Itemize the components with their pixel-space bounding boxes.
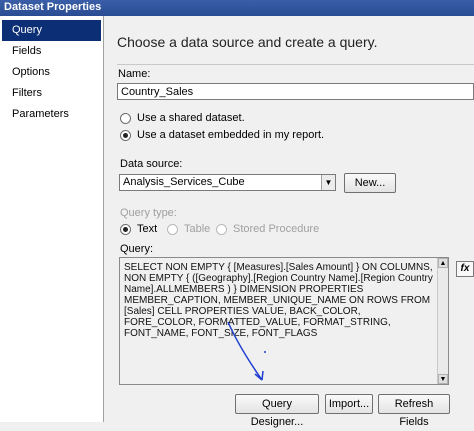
- new-datasource-button[interactable]: New...: [344, 173, 396, 193]
- radio-embedded-dataset[interactable]: Use a dataset embedded in my report.: [120, 129, 324, 141]
- query-designer-button[interactable]: Query Designer...: [235, 394, 319, 428]
- query-type-label: Query type:: [120, 207, 177, 219]
- sidebar-item-parameters[interactable]: Parameters: [0, 104, 103, 125]
- radio-embedded-label: Use a dataset embedded in my report.: [137, 129, 325, 141]
- datasource-value: Analysis_Services_Cube: [123, 176, 245, 188]
- expression-button[interactable]: fx: [456, 261, 474, 277]
- window-title: Dataset Properties: [0, 0, 474, 16]
- page-title: Choose a data source and create a query.: [117, 34, 378, 50]
- name-label: Name:: [118, 68, 151, 80]
- scroll-down-icon[interactable]: ▼: [438, 374, 448, 384]
- query-type-stored-procedure: Stored Procedure: [216, 223, 319, 235]
- query-textarea[interactable]: SELECT NON EMPTY { [Measures].[Sales Amo…: [119, 257, 449, 385]
- query-text: SELECT NON EMPTY { [Measures].[Sales Amo…: [124, 262, 433, 339]
- sidebar-item-query[interactable]: Query: [2, 20, 101, 41]
- main-panel: Choose a data source and create a query.…: [105, 16, 474, 428]
- sidebar-item-fields[interactable]: Fields: [0, 41, 103, 62]
- sidebar-item-filters[interactable]: Filters: [0, 83, 103, 104]
- name-field[interactable]: Country_Sales: [117, 83, 474, 100]
- refresh-fields-button[interactable]: Refresh Fields: [378, 394, 450, 428]
- sidebar: Query Fields Options Filters Parameters: [0, 16, 104, 422]
- query-type-text[interactable]: Text: [120, 223, 157, 235]
- divider: [117, 64, 474, 65]
- query-type-table: Table: [167, 223, 210, 235]
- query-type-table-radio: [167, 223, 178, 235]
- query-type-text-radio[interactable]: [120, 223, 131, 235]
- sidebar-item-options[interactable]: Options: [0, 62, 103, 83]
- import-button[interactable]: Import...: [325, 394, 373, 414]
- query-type-text-label: Text: [137, 223, 158, 235]
- chevron-down-icon[interactable]: ▼: [321, 175, 335, 190]
- radio-embedded-button[interactable]: [120, 129, 131, 141]
- query-label: Query:: [120, 243, 154, 255]
- query-scrollbar[interactable]: ▲ ▼: [437, 258, 448, 384]
- datasource-label: Data source:: [120, 158, 183, 170]
- query-type-table-label: Table: [184, 223, 211, 235]
- scroll-up-icon[interactable]: ▲: [438, 258, 448, 268]
- query-type-sp-radio: [216, 223, 227, 235]
- radio-shared-button[interactable]: [120, 112, 131, 124]
- radio-shared-dataset[interactable]: Use a shared dataset.: [120, 112, 245, 124]
- datasource-select[interactable]: Analysis_Services_Cube ▼: [119, 174, 336, 191]
- radio-shared-label: Use a shared dataset.: [137, 112, 245, 124]
- query-type-sp-label: Stored Procedure: [233, 223, 320, 235]
